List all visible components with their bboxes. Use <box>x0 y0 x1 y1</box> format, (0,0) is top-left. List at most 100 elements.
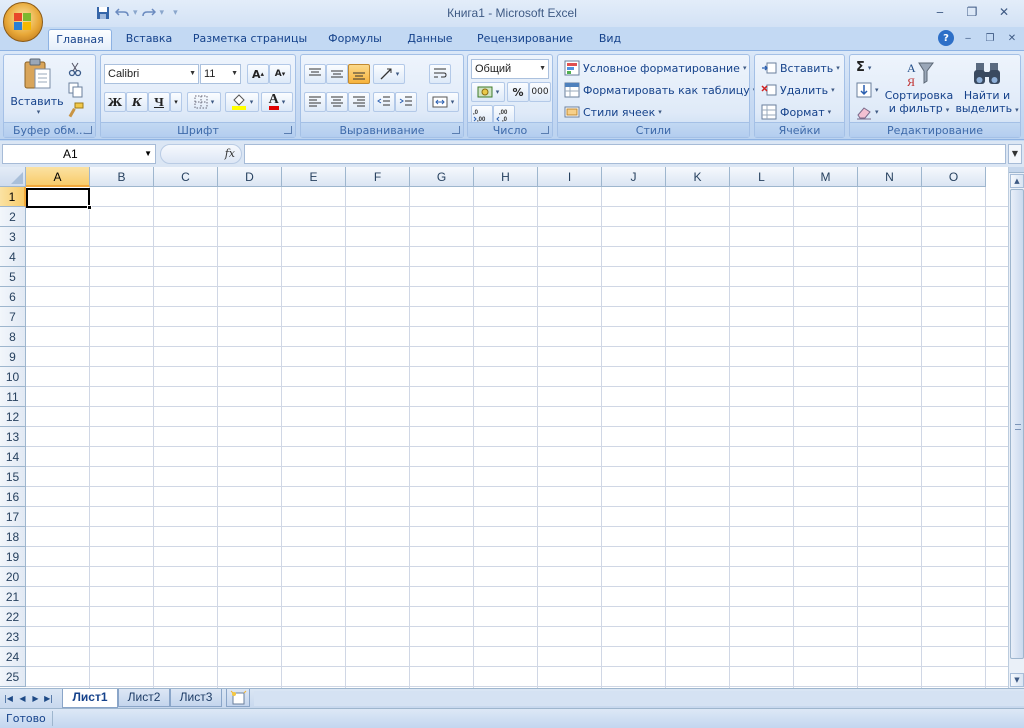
name-box[interactable]: A1 ▼ <box>2 144 156 164</box>
tab-data[interactable]: Данные <box>398 29 462 50</box>
row-header[interactable]: 21 <box>0 587 26 607</box>
underline-dropdown-icon[interactable]: ▾ <box>170 92 182 112</box>
row-header[interactable]: 7 <box>0 307 26 327</box>
vertical-scrollbar[interactable]: ▲ ▼ <box>1008 167 1024 688</box>
alignment-dialog-launcher[interactable] <box>452 126 460 134</box>
row-header[interactable]: 5 <box>0 267 26 287</box>
split-box[interactable] <box>1009 167 1024 173</box>
font-size-select[interactable]: 11 ▼ <box>200 64 241 84</box>
format-painter-button[interactable] <box>68 102 84 118</box>
first-sheet-icon[interactable]: |◀ <box>3 692 14 706</box>
increase-indent-button[interactable] <box>395 92 417 112</box>
font-color-button[interactable]: A ▾ <box>261 92 293 112</box>
number-dialog-launcher[interactable] <box>541 126 549 134</box>
column-header[interactable]: N <box>858 167 922 187</box>
column-header[interactable]: L <box>730 167 794 187</box>
row-header[interactable]: 15 <box>0 467 26 487</box>
scroll-down-icon[interactable]: ▼ <box>1010 673 1024 687</box>
horizontal-scroll-area[interactable] <box>254 691 1024 706</box>
prev-sheet-icon[interactable]: ◀ <box>17 692 28 706</box>
row-header[interactable]: 14 <box>0 447 26 467</box>
cell-area[interactable] <box>26 187 1008 688</box>
help-icon[interactable]: ? <box>938 30 954 46</box>
underline-button[interactable]: Ч <box>148 92 170 112</box>
column-header[interactable]: K <box>666 167 730 187</box>
row-header[interactable]: 20 <box>0 567 26 587</box>
align-bottom-button[interactable] <box>348 64 370 84</box>
tab-home[interactable]: Главная <box>48 29 112 50</box>
column-header[interactable]: O <box>922 167 986 187</box>
number-format-select[interactable]: Общий ▼ <box>471 59 549 79</box>
column-header[interactable]: H <box>474 167 538 187</box>
fill-color-button[interactable]: ▾ <box>225 92 259 112</box>
row-header[interactable]: 8 <box>0 327 26 347</box>
row-header[interactable]: 19 <box>0 547 26 567</box>
paste-button[interactable]: Вставить ▾ <box>8 57 66 121</box>
column-header[interactable]: B <box>90 167 154 187</box>
clipboard-dialog-launcher[interactable] <box>84 126 92 134</box>
row-header[interactable]: 6 <box>0 287 26 307</box>
workbook-restore-icon[interactable]: ❐ <box>982 30 998 46</box>
sheet-tab-2[interactable]: Лист2 <box>118 689 170 707</box>
next-sheet-icon[interactable]: ▶ <box>30 692 41 706</box>
last-sheet-icon[interactable]: ▶| <box>43 692 54 706</box>
column-header[interactable]: J <box>602 167 666 187</box>
italic-button[interactable]: К <box>126 92 148 112</box>
column-header[interactable]: A <box>26 167 90 187</box>
row-header[interactable]: 18 <box>0 527 26 547</box>
formula-input[interactable] <box>244 144 1006 164</box>
scroll-up-icon[interactable]: ▲ <box>1010 174 1024 188</box>
percent-button[interactable]: % <box>507 82 529 102</box>
find-select-button[interactable]: Найти и выделить ▾ <box>955 59 1019 117</box>
thousands-separator-button[interactable]: 000 <box>529 82 551 102</box>
align-right-button[interactable] <box>348 92 370 112</box>
font-dialog-launcher[interactable] <box>284 126 292 134</box>
row-header[interactable]: 9 <box>0 347 26 367</box>
grow-font-button[interactable]: A ▴ <box>247 64 269 84</box>
insert-cells-button[interactable]: Вставить ▾ <box>761 60 840 76</box>
close-button[interactable]: ✕ <box>988 2 1020 22</box>
office-button[interactable] <box>3 2 43 42</box>
expand-formula-bar-button[interactable]: ▼ <box>1008 144 1022 164</box>
tab-formulas[interactable]: Формулы <box>322 29 388 50</box>
insert-sheet-button[interactable] <box>226 689 250 707</box>
shrink-font-button[interactable]: A ▾ <box>269 64 291 84</box>
row-header[interactable]: 2 <box>0 207 26 227</box>
column-header[interactable]: I <box>538 167 602 187</box>
tab-review[interactable]: Рецензирование <box>472 29 578 50</box>
column-header[interactable]: G <box>410 167 474 187</box>
row-header[interactable]: 4 <box>0 247 26 267</box>
fill-button[interactable]: ▾ <box>856 82 879 98</box>
tab-page-layout[interactable]: Разметка страницы <box>190 29 310 50</box>
currency-format-button[interactable]: ▾ <box>471 82 505 102</box>
scroll-thumb[interactable] <box>1010 189 1024 659</box>
insert-function-button[interactable]: fx <box>225 147 235 160</box>
row-header[interactable]: 25 <box>0 667 26 687</box>
sort-filter-button[interactable]: АЯ Сортировка и фильтр ▾ <box>884 59 954 117</box>
row-header[interactable]: 22 <box>0 607 26 627</box>
align-left-button[interactable] <box>304 92 326 112</box>
spreadsheet-grid[interactable]: ABCDEFGHIJKLMNO 1 2 3 4 5 6 7 8 9 10 11 12 13 14 15 16 1… <box>0 167 1008 688</box>
format-as-table-button[interactable]: Форматировать как таблицу▾ <box>564 82 756 98</box>
merge-center-button[interactable]: ▾ <box>427 92 459 112</box>
cut-button[interactable] <box>68 61 84 77</box>
clear-button[interactable]: ▾ <box>856 104 879 120</box>
select-all-button[interactable] <box>0 167 26 187</box>
workbook-close-icon[interactable]: ✕ <box>1004 30 1020 46</box>
sheet-tab-3[interactable]: Лист3 <box>170 689 222 707</box>
row-header[interactable]: 17 <box>0 507 26 527</box>
workbook-minimize-icon[interactable]: ‒ <box>960 30 976 46</box>
bold-button[interactable]: Ж <box>104 92 126 112</box>
column-header[interactable]: D <box>218 167 282 187</box>
row-header[interactable]: 16 <box>0 487 26 507</box>
row-header[interactable]: 12 <box>0 407 26 427</box>
sheet-tab-1[interactable]: Лист1 <box>62 689 118 708</box>
row-header[interactable]: 23 <box>0 627 26 647</box>
column-header[interactable]: C <box>154 167 218 187</box>
orientation-button[interactable]: ▾ <box>373 64 405 84</box>
decrease-indent-button[interactable] <box>373 92 395 112</box>
align-top-button[interactable] <box>304 64 326 84</box>
column-header[interactable]: E <box>282 167 346 187</box>
format-cells-button[interactable]: Формат ▾ <box>761 104 831 120</box>
active-cell[interactable] <box>26 188 92 210</box>
